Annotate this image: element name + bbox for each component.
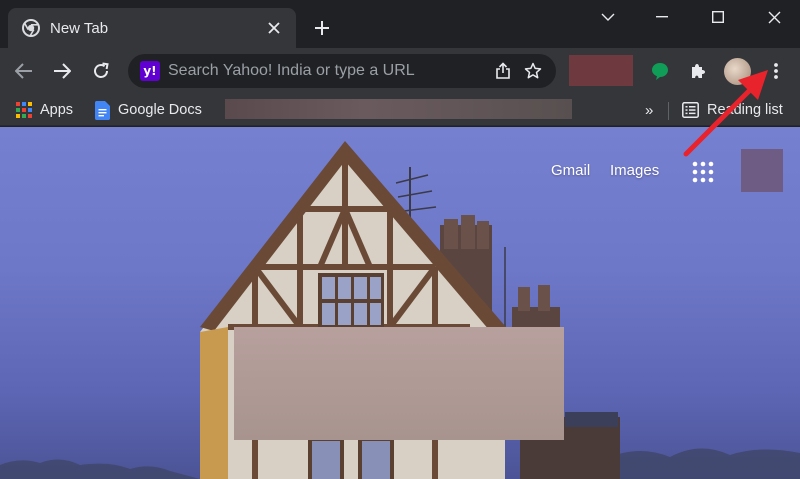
redacted-region [225,99,572,119]
google-apps-icon[interactable] [692,161,714,183]
tab-new-tab[interactable]: New Tab [8,8,296,48]
apps-grid-icon [16,102,32,118]
share-icon[interactable] [488,56,518,86]
chrome-menu-button[interactable] [762,57,790,85]
images-link[interactable]: Images [610,162,659,179]
new-tab-button[interactable] [308,14,336,42]
minimize-button[interactable] [642,4,682,30]
green-extension-icon [652,63,668,80]
close-icon [768,11,780,23]
back-button[interactable] [10,57,38,85]
tab-search-button[interactable] [588,4,628,30]
reading-list-label: Reading list [707,102,783,118]
toolbar: y! [0,48,800,94]
forward-button[interactable] [48,57,76,85]
redacted-region [741,149,783,192]
yahoo-search-engine-icon: y! [140,61,160,81]
arrow-right-icon [54,63,71,79]
profile-avatar[interactable] [724,58,751,85]
reload-icon [94,62,109,78]
chrome-icon [22,19,40,37]
close-window-button[interactable] [754,4,794,30]
more-vertical-icon [774,63,778,79]
puzzle-icon [692,64,705,78]
bookmark-star-icon[interactable] [518,56,548,86]
reload-button[interactable] [87,57,115,85]
bookmark-google-docs[interactable]: Google Docs [95,98,202,122]
redacted-region [234,327,564,440]
bookmarks-bar: Apps Google Docs » Reading list [0,94,800,126]
tab-title: New Tab [50,19,109,37]
maximize-icon [712,11,724,23]
double-chevron-icon: » [645,101,654,119]
plus-icon [315,21,329,35]
reading-list-button[interactable]: Reading list [682,98,783,122]
new-tab-page: Gmail Images [0,127,800,479]
arrow-left-icon [15,63,32,79]
divider [668,102,669,120]
google-docs-icon [95,100,110,120]
bookmark-label: Google Docs [118,102,202,118]
minimize-icon [656,16,668,18]
address-input[interactable] [168,62,488,80]
tab-close-icon[interactable] [262,16,286,40]
bookmarks-overflow-button[interactable]: » [645,98,653,122]
bookmark-label: Apps [40,102,74,118]
reading-list-icon [682,102,699,118]
chevron-down-icon [601,13,615,21]
maximize-button[interactable] [698,4,738,30]
redacted-region [569,55,633,86]
extension-button[interactable] [646,57,674,85]
title-bar: New Tab [0,0,800,48]
bookmark-apps[interactable]: Apps [16,98,73,122]
extensions-menu-button[interactable] [684,57,712,85]
address-bar[interactable]: y! [128,54,556,88]
gmail-link[interactable]: Gmail [551,162,590,179]
